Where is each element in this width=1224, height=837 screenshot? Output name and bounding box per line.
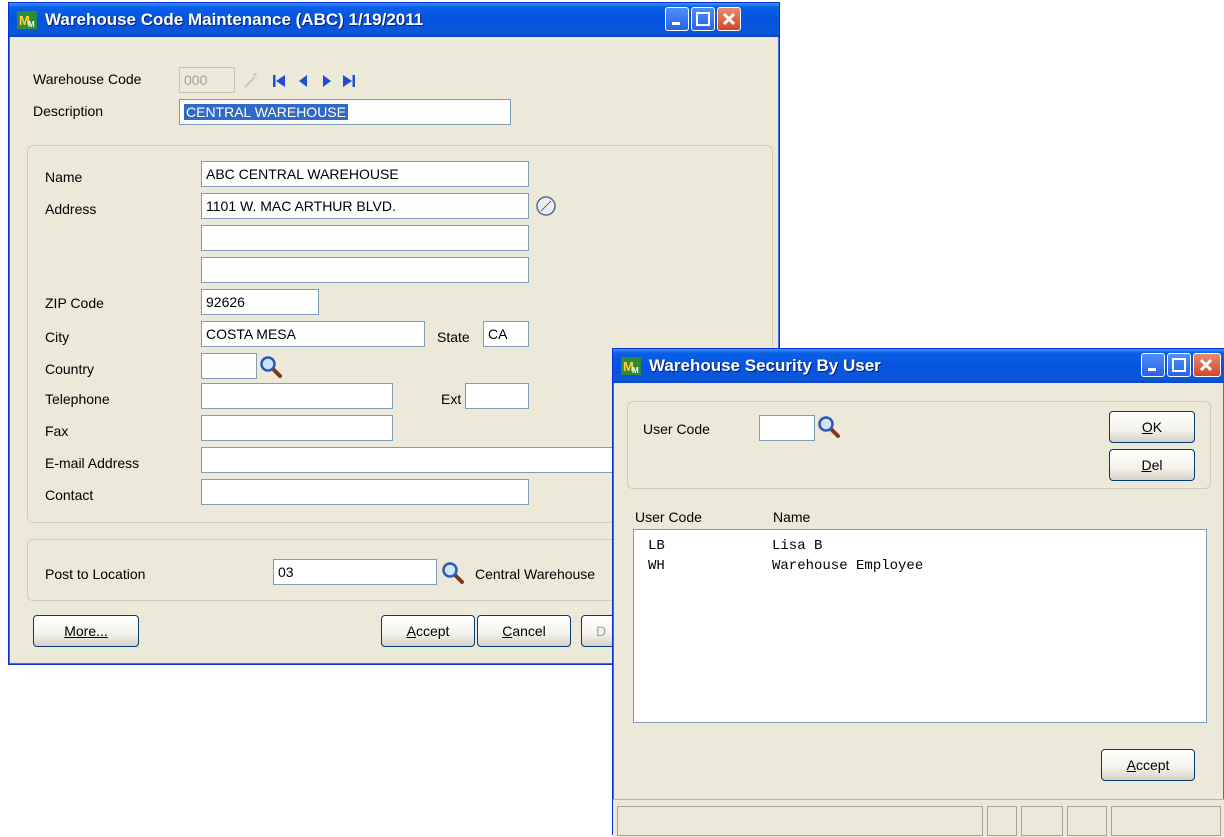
status-pane-3 bbox=[1021, 806, 1063, 836]
wand-icon[interactable] bbox=[241, 71, 261, 91]
user-list[interactable]: LB Lisa B WH Warehouse Employee bbox=[633, 529, 1207, 723]
minimize-icon bbox=[672, 22, 680, 25]
minimize-icon bbox=[1148, 368, 1156, 371]
table-row[interactable]: WH Warehouse Employee bbox=[648, 558, 923, 574]
telephone-input[interactable] bbox=[201, 383, 393, 409]
first-record-icon[interactable] bbox=[271, 73, 287, 89]
status-pane-main bbox=[617, 806, 983, 836]
maximize-icon bbox=[1172, 358, 1186, 372]
title-bar[interactable]: M M Warehouse Code Maintenance (ABC) 1/1… bbox=[9, 3, 779, 37]
magnifier-icon[interactable] bbox=[817, 415, 841, 439]
previous-record-icon[interactable] bbox=[295, 73, 311, 89]
close-button[interactable] bbox=[1193, 353, 1221, 377]
del-button-label: Del bbox=[1141, 457, 1163, 473]
address-label: Address bbox=[45, 201, 97, 217]
post-to-location-description: Central Warehouse bbox=[475, 566, 596, 582]
maximize-button[interactable] bbox=[691, 7, 715, 31]
row-user-name: Warehouse Employee bbox=[772, 558, 924, 574]
description-label: Description bbox=[33, 103, 104, 119]
svg-text:M: M bbox=[28, 20, 35, 29]
ext-input[interactable] bbox=[465, 383, 529, 409]
app-icon: M M bbox=[621, 357, 641, 375]
row-user-code: LB bbox=[648, 538, 665, 554]
user-code-input[interactable] bbox=[759, 415, 815, 441]
country-input[interactable] bbox=[201, 353, 257, 379]
accept-button[interactable]: Accept bbox=[381, 615, 475, 647]
telephone-label: Telephone bbox=[45, 391, 110, 407]
svg-text:M: M bbox=[632, 366, 639, 375]
more-button-label: More... bbox=[64, 623, 108, 639]
country-label: Country bbox=[45, 361, 95, 377]
accept-button-label: Accept bbox=[1126, 757, 1170, 773]
row-user-name: Lisa B bbox=[772, 538, 823, 554]
accept-button[interactable]: Accept bbox=[1101, 749, 1195, 781]
title-bar[interactable]: M M Warehouse Security By User bbox=[613, 349, 1224, 383]
maximize-icon bbox=[696, 12, 710, 26]
last-record-icon[interactable] bbox=[341, 73, 357, 89]
user-code-label: User Code bbox=[643, 421, 710, 437]
status-pane-4 bbox=[1067, 806, 1107, 836]
post-to-location-input[interactable]: 03 bbox=[273, 559, 437, 585]
status-bar bbox=[613, 799, 1224, 837]
minimize-button[interactable] bbox=[1141, 353, 1165, 377]
state-input[interactable]: CA bbox=[483, 321, 529, 347]
contact-input[interactable] bbox=[201, 479, 529, 505]
description-value: CENTRAL WAREHOUSE bbox=[184, 104, 348, 120]
row-user-code: WH bbox=[648, 558, 665, 574]
status-pane-5 bbox=[1111, 806, 1221, 836]
close-button[interactable] bbox=[717, 7, 741, 31]
name-input[interactable]: ABC CENTRAL WAREHOUSE bbox=[201, 161, 529, 187]
fax-input[interactable] bbox=[201, 415, 393, 441]
window-title: Warehouse Code Maintenance (ABC) 1/19/20… bbox=[45, 10, 424, 29]
close-icon bbox=[722, 12, 736, 26]
address-line3-input[interactable] bbox=[201, 257, 529, 283]
zip-code-input[interactable]: 92626 bbox=[201, 289, 319, 315]
column-header-name[interactable]: Name bbox=[773, 509, 810, 525]
delete-button-label: D bbox=[596, 623, 607, 639]
minimize-button[interactable] bbox=[665, 7, 689, 31]
close-icon bbox=[1199, 358, 1213, 372]
warehouse-security-by-user-window: M M Warehouse Security By User User Code… bbox=[612, 348, 1224, 837]
maximize-button[interactable] bbox=[1167, 353, 1191, 377]
more-button[interactable]: More... bbox=[33, 615, 139, 647]
ok-button[interactable]: OK bbox=[1109, 411, 1195, 443]
magnifier-icon[interactable] bbox=[441, 561, 465, 585]
ok-button-label: OK bbox=[1141, 419, 1163, 435]
compass-icon[interactable] bbox=[535, 195, 557, 217]
warehouse-code-label: Warehouse Code bbox=[33, 71, 142, 87]
cancel-button[interactable]: Cancel bbox=[477, 615, 571, 647]
app-icon: M M bbox=[17, 11, 37, 29]
address-line1-input[interactable]: 1101 W. MAC ARTHUR BLVD. bbox=[201, 193, 529, 219]
contact-label: Contact bbox=[45, 487, 94, 503]
description-input[interactable]: CENTRAL WAREHOUSE bbox=[179, 99, 511, 125]
del-button[interactable]: Del bbox=[1109, 449, 1195, 481]
table-row[interactable]: LB Lisa B bbox=[648, 538, 822, 554]
zip-code-label: ZIP Code bbox=[45, 295, 104, 311]
warehouse-code-input[interactable]: 000 bbox=[179, 67, 235, 93]
state-label: State bbox=[437, 329, 470, 345]
cancel-button-label: Cancel bbox=[502, 623, 546, 639]
ext-label: Ext bbox=[441, 391, 462, 407]
email-label: E-mail Address bbox=[45, 455, 140, 471]
post-to-location-label: Post to Location bbox=[45, 566, 146, 582]
fax-label: Fax bbox=[45, 423, 69, 439]
accept-button-label: Accept bbox=[406, 623, 450, 639]
window-title: Warehouse Security By User bbox=[649, 356, 881, 375]
next-record-icon[interactable] bbox=[319, 73, 335, 89]
city-label: City bbox=[45, 329, 70, 345]
column-header-user-code[interactable]: User Code bbox=[635, 509, 702, 525]
magnifier-icon[interactable] bbox=[259, 355, 283, 379]
status-pane-2 bbox=[987, 806, 1017, 836]
email-input[interactable] bbox=[201, 447, 621, 473]
address-line2-input[interactable] bbox=[201, 225, 529, 251]
city-input[interactable]: COSTA MESA bbox=[201, 321, 425, 347]
name-label: Name bbox=[45, 169, 83, 185]
